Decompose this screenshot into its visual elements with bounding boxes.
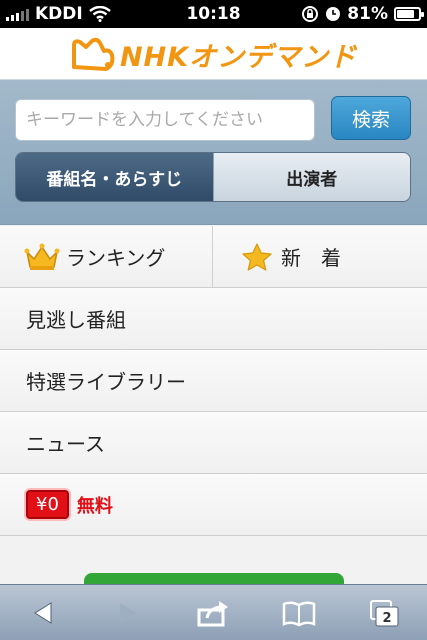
app-header: NHKオンデマンド	[0, 28, 427, 80]
menu-item-new-arrivals[interactable]: 新 着	[212, 226, 427, 287]
battery-percent: 81%	[347, 4, 388, 24]
bookmarks-button[interactable]	[274, 593, 324, 633]
star-icon	[242, 242, 272, 271]
free-label: 無料	[76, 495, 113, 517]
keyword-search-input[interactable]	[15, 99, 315, 141]
segment-title-synopsis[interactable]: 番組名・あらすじ	[16, 153, 213, 201]
menu-item-news[interactable]: ニュース	[0, 412, 427, 474]
forward-button[interactable]	[103, 593, 153, 633]
tabs-count: 2	[383, 611, 392, 626]
nhk-ondemand-logo[interactable]: NHKオンデマンド	[70, 35, 357, 74]
alarm-icon	[326, 7, 341, 21]
rotation-lock-icon	[302, 6, 319, 22]
ranking-label: ランキング	[66, 246, 166, 270]
segment-cast[interactable]: 出演者	[212, 153, 410, 201]
free-price-badge: ¥0	[26, 490, 69, 519]
forward-arrow-icon	[120, 602, 137, 623]
search-panel: 検索 番組名・あらすじ 出演者	[0, 80, 427, 225]
share-icon	[197, 600, 229, 626]
tabs-icon: 2	[370, 599, 399, 626]
search-button[interactable]: 検索	[331, 96, 411, 140]
share-button[interactable]	[188, 593, 238, 633]
main-menu: ランキング 新 着 見逃し番組 特選ライブラリー ニュース ¥0 無料	[0, 226, 427, 536]
battery-icon	[394, 7, 424, 21]
back-button[interactable]	[18, 593, 68, 633]
menu-item-missed-programs[interactable]: 見逃し番組	[0, 288, 427, 350]
search-mode-segmented-control: 番組名・あらすじ 出演者	[15, 152, 411, 202]
tabs-button[interactable]: 2	[359, 593, 409, 633]
status-bar: KDDI 10:18 81%	[0, 0, 427, 28]
menu-item-free[interactable]: ¥0 無料	[0, 474, 427, 536]
book-icon	[282, 600, 316, 626]
back-arrow-icon	[33, 601, 52, 624]
browser-toolbar: 2	[0, 584, 427, 640]
domo-mascot-icon	[71, 37, 115, 71]
new-arrivals-label: 新 着	[281, 246, 341, 270]
logo-text: NHKオンデマンド	[119, 42, 358, 73]
menu-item-special-library[interactable]: 特選ライブラリー	[0, 350, 427, 412]
menu-row-ranking-new: ランキング 新 着	[0, 226, 427, 288]
menu-item-ranking[interactable]: ランキング	[0, 226, 212, 287]
crown-icon	[24, 243, 60, 270]
